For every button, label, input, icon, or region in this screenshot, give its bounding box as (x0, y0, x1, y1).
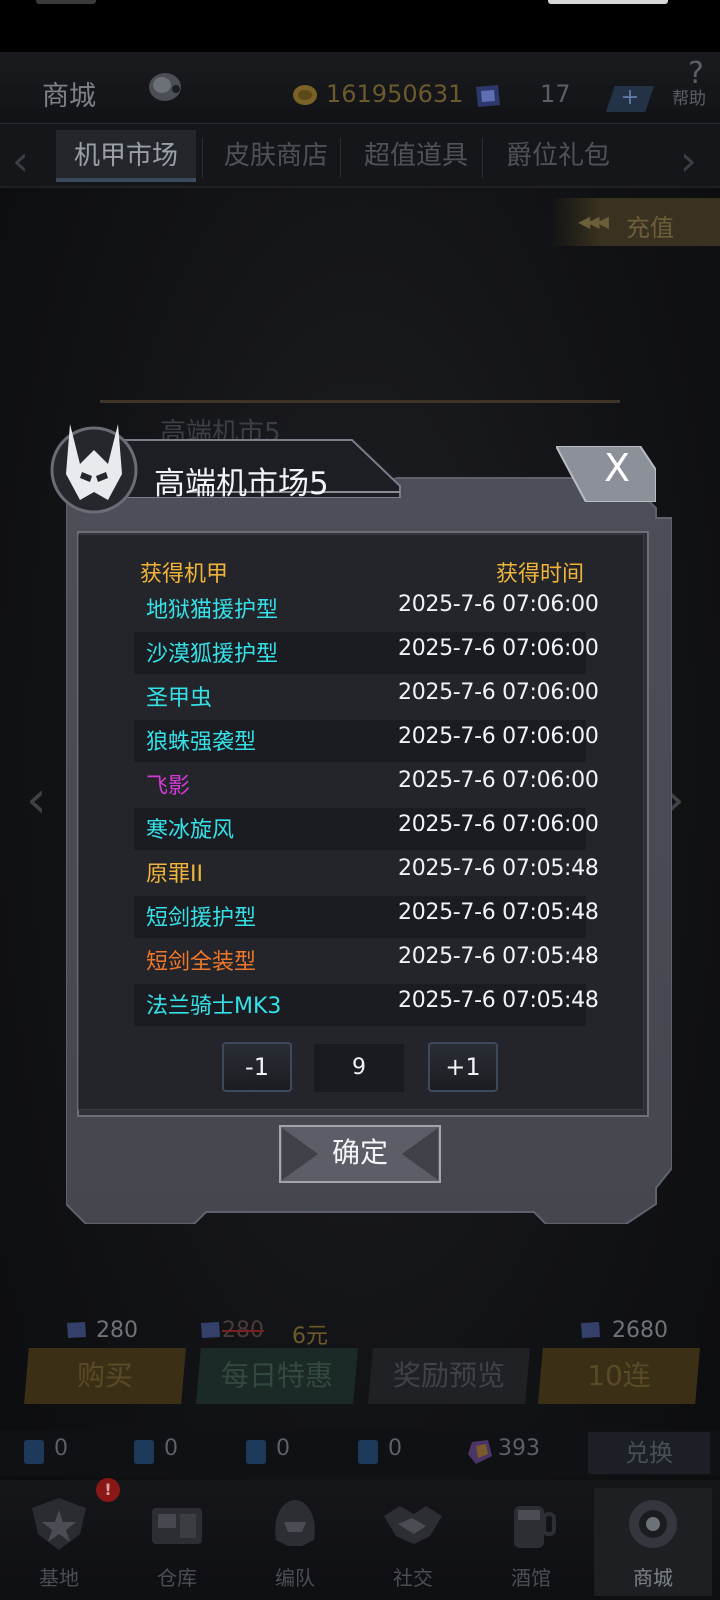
star-badge-icon (32, 1498, 86, 1550)
tab-prev-icon[interactable]: ‹ (12, 136, 29, 185)
gem-icon (201, 1322, 220, 1338)
help-label[interactable]: 帮助 (672, 84, 706, 109)
resource-count: 0 (276, 1436, 290, 1461)
status-bar (0, 0, 720, 52)
obtained-time: 2025-7-6 07:06:00 (398, 768, 599, 793)
daily-sale-price: 6元 (292, 1324, 328, 1349)
nav-shop[interactable]: 商城 (594, 1488, 712, 1596)
tab-divider (482, 138, 483, 178)
gem-icon (476, 85, 500, 107)
triple-left-arrow-icon: ◀◀◀ (578, 212, 609, 231)
obtained-time: 2025-7-6 07:05:48 (398, 944, 599, 969)
ticket-icon (134, 1440, 154, 1464)
nav-warehouse[interactable]: 仓库 (122, 1488, 232, 1596)
recharge-label[interactable]: 充值 (626, 208, 674, 243)
ticket-icon (246, 1440, 266, 1464)
gem-icon (581, 1322, 600, 1338)
tab-skin-shop[interactable]: 皮肤商店 (206, 130, 346, 182)
resource-count: 0 (388, 1436, 402, 1461)
obtained-time: 2025-7-6 07:06:00 (398, 592, 599, 617)
nav-label: 基地 (39, 1566, 79, 1590)
column-header-time: 获得时间 (496, 562, 585, 587)
tab-next-icon[interactable]: › (680, 136, 697, 185)
coin-balance: 161950631 (326, 80, 464, 108)
globe-icon[interactable] (146, 70, 184, 104)
confirm-button[interactable]: 确定 (278, 1124, 442, 1184)
dialog-title: 高端机市场5 (154, 466, 329, 502)
nav-social[interactable]: 社交 (358, 1488, 468, 1596)
decrement-button[interactable]: -1 (222, 1042, 292, 1092)
resource-count: 0 (54, 1436, 68, 1461)
obtained-time: 2025-7-6 07:05:48 (398, 900, 599, 925)
nav-label: 仓库 (157, 1566, 197, 1590)
tab-value-items[interactable]: 超值道具 (346, 130, 486, 182)
ticket-icon (24, 1440, 44, 1464)
nav-label: 编队 (275, 1566, 315, 1590)
tab-divider (340, 138, 341, 178)
mech-name: 原罪II (146, 862, 203, 887)
obtained-time: 2025-7-6 07:05:48 (398, 988, 599, 1013)
tavern-icon (514, 1506, 556, 1548)
crystal-icon (468, 1440, 492, 1464)
nav-base[interactable]: 基地 (4, 1488, 114, 1596)
helmet-icon (275, 1500, 315, 1546)
ticket-icon (358, 1440, 378, 1464)
mech-name: 狼蛛强袭型 (146, 730, 257, 755)
obtained-time: 2025-7-6 07:06:00 (398, 680, 599, 705)
tab-divider (202, 138, 203, 178)
alert-badge: ! (96, 1478, 120, 1502)
ten-draw-price: 2680 (612, 1318, 668, 1343)
nav-formation[interactable]: 编队 (240, 1488, 350, 1596)
status-right-indicators (548, 0, 668, 4)
warehouse-icon (152, 1508, 202, 1544)
page-title: 商城 (42, 81, 96, 112)
column-header-mech: 获得机甲 (140, 562, 229, 587)
single-draw-price: 280 (96, 1318, 138, 1343)
mech-name: 沙漠狐援护型 (146, 642, 279, 667)
tab-mech-market[interactable]: 机甲市场 (56, 130, 196, 182)
shop-orb-icon (629, 1500, 677, 1548)
obtained-time: 2025-7-6 07:06:00 (398, 724, 599, 749)
nav-label: 酒馆 (511, 1566, 551, 1590)
obtained-time: 2025-7-6 07:06:00 (398, 636, 599, 661)
ten-draw-button[interactable]: 10连 (538, 1348, 700, 1404)
mech-name: 短剑全装型 (146, 950, 257, 975)
reward-preview-button[interactable]: 奖励预览 (368, 1348, 530, 1404)
daily-original-price: 280 (222, 1318, 264, 1343)
resource-count: 0 (164, 1436, 178, 1461)
tab-title-pack[interactable]: 爵位礼包 (488, 130, 628, 182)
mech-name: 寒冰旋风 (146, 818, 235, 843)
obtained-time: 2025-7-6 07:05:48 (398, 856, 599, 881)
status-left-indicator (36, 0, 96, 4)
mech-name: 法兰骑士MK3 (146, 994, 282, 1019)
mask-emblem-icon (50, 424, 138, 514)
crystal-count: 393 (498, 1436, 540, 1461)
gem-icon (67, 1322, 86, 1338)
mech-name: 圣甲虫 (146, 686, 213, 711)
nav-label: 社交 (393, 1566, 433, 1590)
obtained-time: 2025-7-6 07:06:00 (398, 812, 599, 837)
buy-button[interactable]: 购买 (24, 1348, 186, 1404)
increment-button[interactable]: +1 (428, 1042, 498, 1092)
gem-balance: 17 (540, 80, 571, 108)
exchange-button[interactable]: 兑换 (588, 1432, 710, 1474)
mech-name: 地狱猫援护型 (146, 598, 279, 623)
mech-name: 短剑援护型 (146, 906, 257, 931)
carousel-prev-icon[interactable]: ‹ (26, 770, 47, 830)
mech-name: 飞影 (146, 774, 191, 799)
nav-label: 商城 (633, 1566, 673, 1590)
handshake-icon (384, 1506, 442, 1544)
close-icon[interactable]: X (604, 446, 630, 490)
page-number-field[interactable]: 9 (314, 1044, 404, 1092)
coin-icon (293, 85, 317, 105)
daily-deal-button[interactable]: 每日特惠 (196, 1348, 358, 1404)
nav-tavern[interactable]: 酒馆 (476, 1488, 586, 1596)
